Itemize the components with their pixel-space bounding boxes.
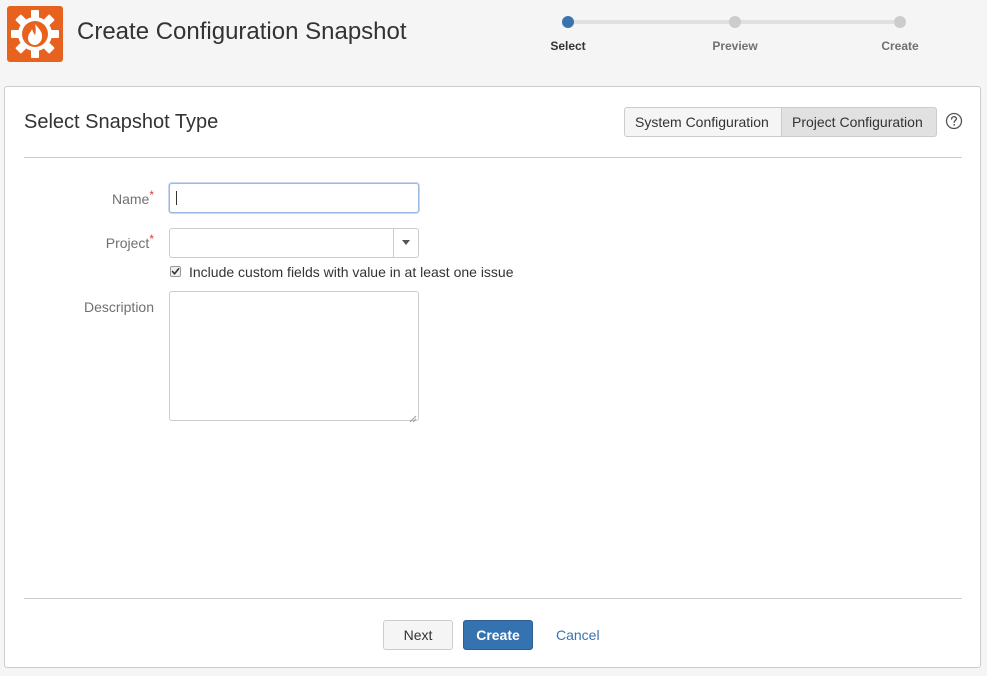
system-configuration-toggle[interactable]: System Configuration — [624, 107, 782, 137]
stepper-track — [735, 20, 900, 24]
progress-tracker: Select Preview Create — [520, 12, 950, 62]
page-title: Create Configuration Snapshot — [77, 18, 407, 45]
resize-grip-icon[interactable] — [408, 410, 417, 423]
include-custom-fields-label[interactable]: Include custom fields with value in at l… — [189, 264, 514, 280]
name-label-text: Name — [111, 191, 150, 207]
required-marker: * — [149, 188, 154, 202]
name-input[interactable] — [169, 183, 419, 213]
next-button[interactable]: Next — [383, 620, 453, 650]
chevron-down-icon — [402, 240, 410, 245]
footer-divider — [24, 598, 962, 599]
include-custom-fields-checkbox[interactable] — [170, 266, 181, 277]
step-dot-select — [562, 16, 574, 28]
project-label: Project* — [14, 232, 154, 251]
text-caret — [176, 191, 177, 205]
gear-flame-icon — [7, 6, 63, 62]
cancel-link[interactable]: Cancel — [556, 627, 600, 643]
project-configuration-toggle[interactable]: Project Configuration — [782, 107, 937, 137]
step-label-select: Select — [550, 39, 586, 53]
description-label: Description — [83, 299, 154, 315]
create-button[interactable]: Create — [463, 620, 533, 650]
select-dropdown-toggle[interactable] — [393, 229, 418, 257]
required-marker: * — [149, 232, 154, 246]
step-dot-preview — [729, 16, 741, 28]
page-header: Create Configuration Snapshot Select Pre… — [0, 0, 987, 86]
name-label: Name* — [14, 188, 154, 207]
question-circle-icon[interactable] — [945, 112, 963, 130]
section-title: Select Snapshot Type — [24, 111, 219, 133]
step-dot-create — [894, 16, 906, 28]
step-label-preview: Preview — [712, 39, 758, 53]
snapshot-type-toggle: System Configuration Project Configurati… — [624, 107, 937, 137]
description-textarea[interactable] — [169, 291, 419, 421]
project-label-text: Project — [105, 235, 150, 251]
stepper-track — [568, 20, 735, 24]
project-select[interactable] — [169, 228, 419, 258]
snapshot-form-panel: Select Snapshot Type System Configuratio… — [4, 86, 981, 668]
step-label-create: Create — [881, 39, 919, 53]
checkmark-icon — [171, 268, 180, 275]
header-divider — [24, 157, 962, 158]
